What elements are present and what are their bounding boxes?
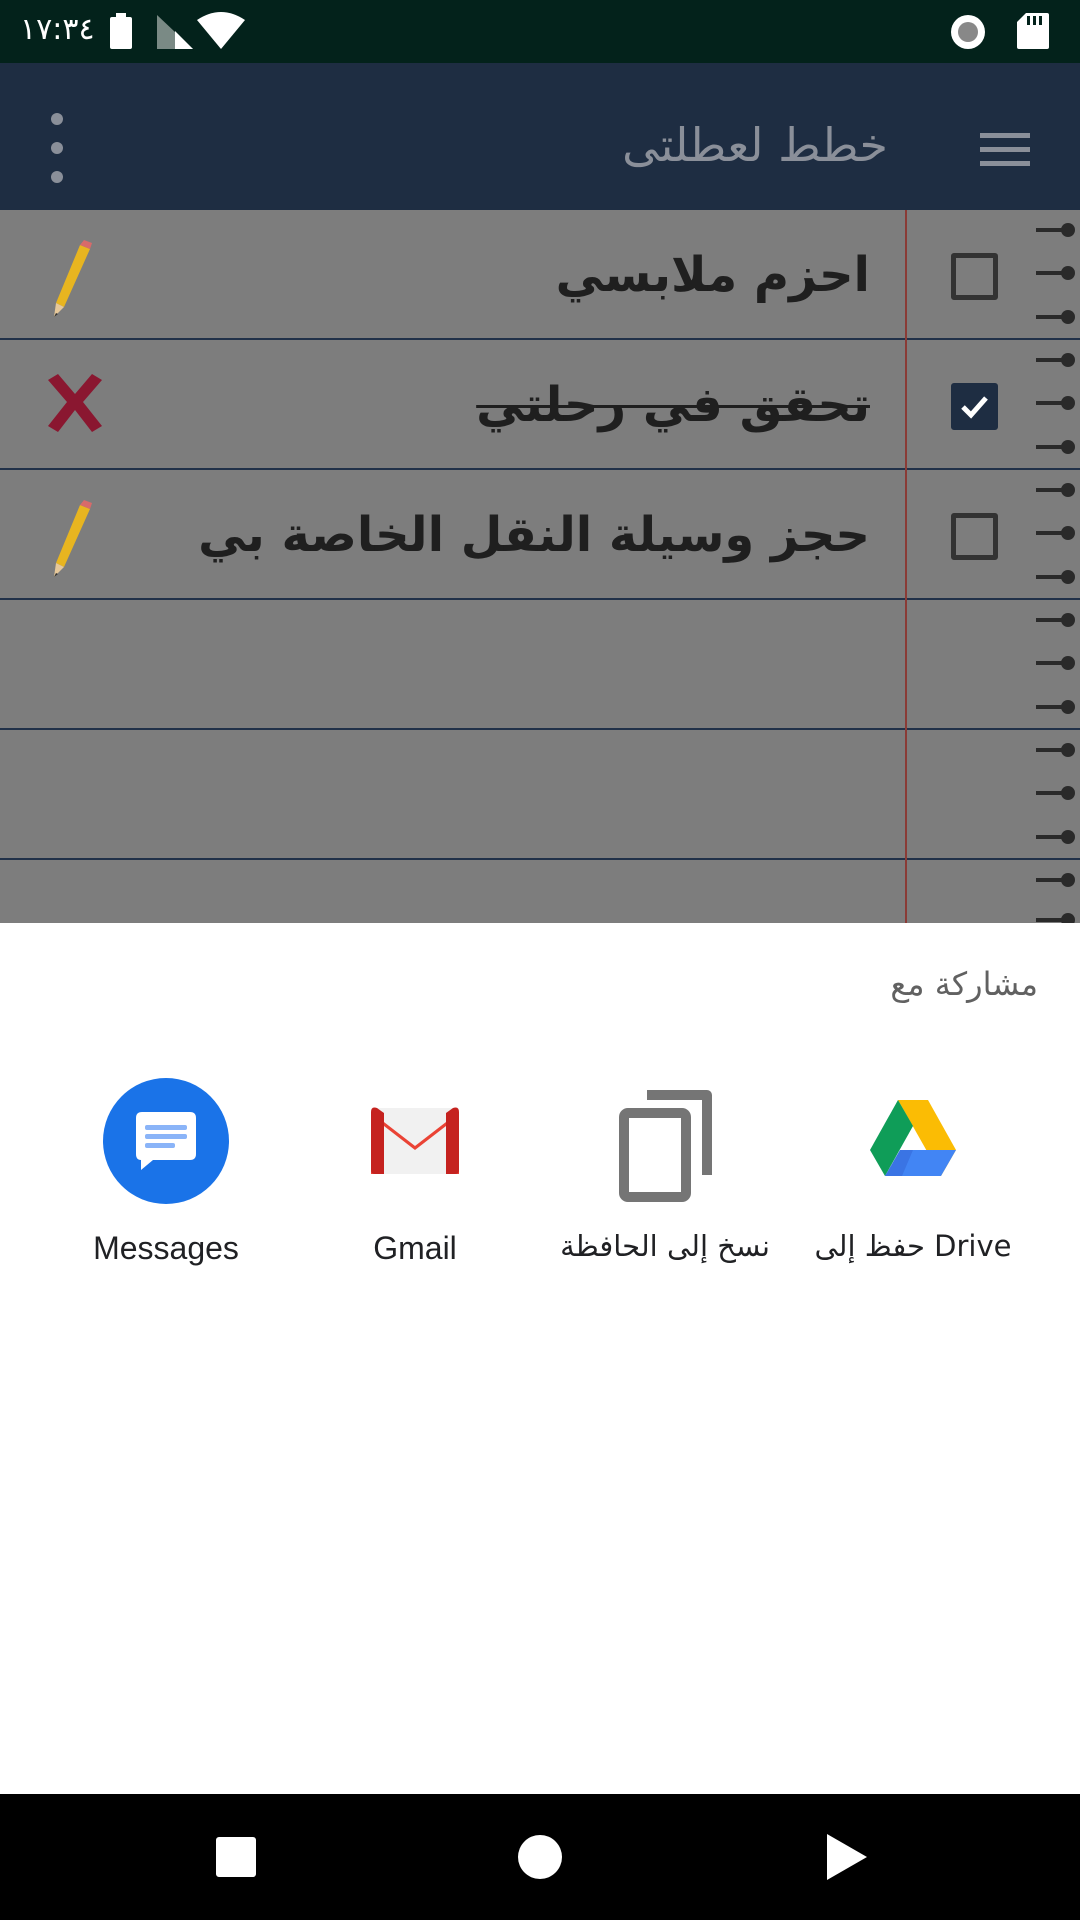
status-bar: ١٧:٣٤ (0, 0, 1080, 63)
share-target-clipboard[interactable]: نسخ إلى الحافظة (540, 1078, 790, 1298)
recents-square-icon[interactable] (201, 1822, 271, 1892)
item-checkbox[interactable] (951, 383, 998, 430)
list-item-text: حجز وسيلة النقل الخاصة بي (198, 507, 870, 563)
list-item-text: احزم ملابسي (555, 247, 870, 303)
share-sheet: مشاركة مع Messages Gmail نسخ إلى الحافظة (0, 923, 1080, 1794)
empty-row (0, 730, 1080, 860)
share-target-gmail[interactable]: Gmail (290, 1078, 540, 1298)
list-item[interactable]: حجز وسيلة النقل الخاصة بي (0, 470, 1080, 600)
sd-card-icon (1017, 13, 1049, 49)
share-target-label: Gmail (373, 1230, 457, 1266)
share-target-drive[interactable]: حفظ إلى Drive (788, 1078, 1038, 1298)
list-item-text: تحقق في رحلتي (476, 377, 870, 433)
home-circle-icon[interactable] (505, 1822, 575, 1892)
google-drive-icon (870, 1100, 956, 1176)
pencil-icon[interactable] (40, 495, 110, 580)
more-vertical-icon[interactable] (22, 103, 92, 193)
back-triangle-icon[interactable] (810, 1822, 880, 1892)
app-bar: خطط لعطلتى (0, 63, 1080, 210)
empty-row (0, 600, 1080, 730)
pencil-icon[interactable] (40, 235, 110, 320)
share-sheet-title: مشاركة مع (890, 965, 1038, 1003)
gmail-icon (371, 1107, 459, 1174)
wifi-icon (197, 12, 245, 49)
messages-icon (103, 1078, 229, 1204)
status-time: ١٧:٣٤ (20, 12, 95, 47)
record-icon (951, 15, 985, 49)
list-item[interactable]: احزم ملابسي (0, 210, 1080, 340)
share-target-label: نسخ إلى الحافظة (560, 1229, 770, 1263)
item-checkbox[interactable] (951, 253, 998, 300)
spiral-binding (1036, 223, 1075, 923)
list-item[interactable]: تحقق في رحلتي (0, 340, 1080, 470)
delete-x-icon[interactable] (40, 362, 110, 447)
share-target-messages[interactable]: Messages (41, 1078, 291, 1298)
item-checkbox[interactable] (951, 513, 998, 560)
battery-icon (110, 13, 132, 49)
signal-icon (157, 15, 193, 49)
todo-list: احزم ملابسي تحقق في رحلتي حجز وسيلة النق… (0, 210, 1080, 923)
empty-row (0, 860, 1080, 923)
page-title: خطط لعطلتى (622, 118, 888, 172)
navigation-bar (0, 1794, 1080, 1920)
check-icon (961, 396, 988, 419)
margin-line (905, 210, 907, 923)
copy-clipboard-icon (619, 1090, 712, 1202)
share-target-label: Messages (93, 1230, 239, 1266)
share-target-label: حفظ إلى Drive (814, 1229, 1012, 1263)
hamburger-menu-icon[interactable] (960, 105, 1050, 195)
